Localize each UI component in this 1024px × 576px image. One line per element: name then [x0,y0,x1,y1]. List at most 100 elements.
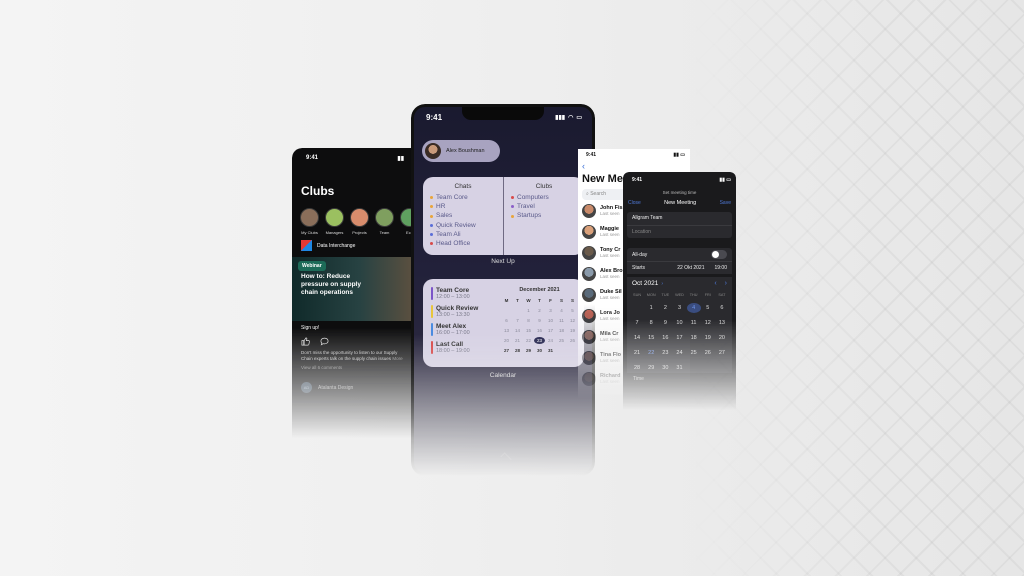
next-month-icon[interactable]: › [725,280,727,287]
calendar-day[interactable]: 27 [501,347,512,354]
allday-toggle[interactable] [711,250,727,259]
calendar-day[interactable]: 25 [687,348,701,358]
chat-item[interactable]: Team Ali [430,230,503,239]
comment-icon[interactable] [320,337,329,346]
calendar-day[interactable]: 4 [556,307,567,314]
event-item[interactable]: Last Call 18:00 – 19:00 [431,341,497,354]
prev-month-icon[interactable]: ‹ [714,280,716,287]
calendar-day[interactable]: 20 [501,337,512,344]
calendar-day[interactable]: 20 [715,333,729,343]
starts-date[interactable]: 22 Okt 2021 [677,265,704,271]
calendar-day[interactable]: 8 [644,318,658,328]
starts-row[interactable]: Starts 22 Okt 2021 19:00 [627,261,732,274]
calendar-day[interactable]: 15 [644,333,658,343]
calendar-day[interactable]: 24 [545,337,556,344]
month-selector[interactable]: Oct 2021 › [632,280,663,287]
post-author[interactable]: AD Atalanta Design [301,382,414,393]
calendar-day[interactable]: 2 [534,307,545,314]
chat-item[interactable]: Sales [430,211,503,220]
webinar-card[interactable]: Webinar How to: Reduce pressure on suppl… [292,257,414,321]
club-item[interactable]: Travel [511,202,584,211]
calendar-day[interactable]: 30 [534,347,545,354]
team-field[interactable]: Allgram Team [627,212,732,225]
club-item[interactable]: Projects [350,208,369,235]
chats-clubs-widget[interactable]: Chats Team Core HR Sales Quick Review Team A… [423,177,584,255]
calendar-day[interactable]: 15 [523,327,534,334]
chat-item[interactable]: Team Core [430,193,503,202]
calendar-day[interactable]: 11 [556,317,567,324]
calendar-day[interactable]: 13 [715,318,729,328]
user-widget[interactable]: Alex Boushman [422,140,500,162]
calendar-day[interactable]: 6 [501,317,512,324]
feed-source[interactable]: Data Interchange [301,240,414,251]
calendar-widget[interactable]: Team Core 12:00 – 13:00 Quick Review 13:00 … [423,279,584,367]
close-button[interactable]: Close [628,200,641,206]
club-item[interactable]: Startups [511,211,584,220]
calendar-day[interactable]: 17 [672,333,686,343]
calendar-day[interactable]: 6 [715,303,729,313]
calendar-day[interactable]: 26 [701,348,715,358]
calendar-day[interactable]: 3 [545,307,556,314]
back-icon[interactable]: ‹ [582,161,690,171]
calendar-day[interactable]: 28 [630,363,644,373]
calendar-day[interactable]: 4 [686,303,701,313]
calendar-day[interactable]: 16 [534,327,545,334]
more-link[interactable]: More [392,356,402,361]
calendar-day[interactable]: 29 [523,347,534,354]
calendar-day[interactable]: 7 [630,318,644,328]
calendar-day[interactable]: 12 [567,317,578,324]
calendar-day[interactable]: 31 [672,363,686,373]
calendar-day[interactable]: 22 [644,348,658,358]
calendar-day[interactable]: 27 [715,348,729,358]
calendar-day[interactable]: 23 [658,348,672,358]
calendar-day[interactable]: 21 [630,348,644,358]
calendar-day[interactable]: 13 [501,327,512,334]
like-icon[interactable] [301,337,310,346]
calendar-day[interactable]: 30 [658,363,672,373]
calendar-day[interactable]: 14 [512,327,523,334]
chat-item[interactable]: HR [430,202,503,211]
signup-link[interactable]: Sign up! [301,325,414,331]
calendar-day[interactable]: 1 [644,303,658,313]
club-item[interactable]: My Clubs [300,208,319,235]
calendar-day[interactable]: 5 [701,303,715,313]
chat-item[interactable]: Quick Review [430,221,503,230]
calendar-day[interactable]: 5 [567,307,578,314]
calendar-day[interactable]: 8 [523,317,534,324]
calendar-day[interactable]: 14 [630,333,644,343]
chat-item[interactable]: Head Office [430,239,503,248]
starts-time[interactable]: 19:00 [714,265,727,271]
calendar-day[interactable]: 19 [701,333,715,343]
event-item[interactable]: Quick Review 13:00 – 13:30 [431,305,497,318]
calendar-day[interactable]: 22 [523,337,534,344]
calendar-day[interactable]: 26 [567,337,578,344]
calendar-day[interactable]: 10 [672,318,686,328]
calendar-day[interactable]: 31 [545,347,556,354]
calendar-day[interactable]: 28 [512,347,523,354]
calendar-day[interactable]: 1 [523,307,534,314]
club-item[interactable]: Team [375,208,394,235]
view-comments-link[interactable]: View all 6 comments [301,365,414,370]
calendar-day[interactable]: 16 [658,333,672,343]
event-item[interactable]: Meet Alex 16:00 – 17:00 [431,323,497,336]
calendar-day[interactable]: 11 [687,318,701,328]
calendar-day[interactable]: 9 [658,318,672,328]
calendar-day[interactable]: 10 [545,317,556,324]
calendar-day[interactable]: 18 [687,333,701,343]
calendar-day[interactable]: 24 [672,348,686,358]
calendar-day[interactable]: 7 [512,317,523,324]
calendar-day[interactable]: 3 [672,303,686,313]
club-item[interactable]: Computers [511,193,584,202]
calendar-day[interactable]: 23 [534,337,545,344]
location-field[interactable]: Location [627,225,732,238]
calendar-day[interactable]: 9 [534,317,545,324]
save-button[interactable]: Save [720,200,731,206]
event-item[interactable]: Team Core 12:00 – 13:00 [431,287,497,300]
calendar-day[interactable]: 17 [545,327,556,334]
calendar-day[interactable]: 29 [644,363,658,373]
calendar-day[interactable]: 12 [701,318,715,328]
calendar-day[interactable]: 2 [658,303,672,313]
calendar-day[interactable]: 21 [512,337,523,344]
calendar-day[interactable]: 25 [556,337,567,344]
club-item[interactable]: Managers [325,208,344,235]
